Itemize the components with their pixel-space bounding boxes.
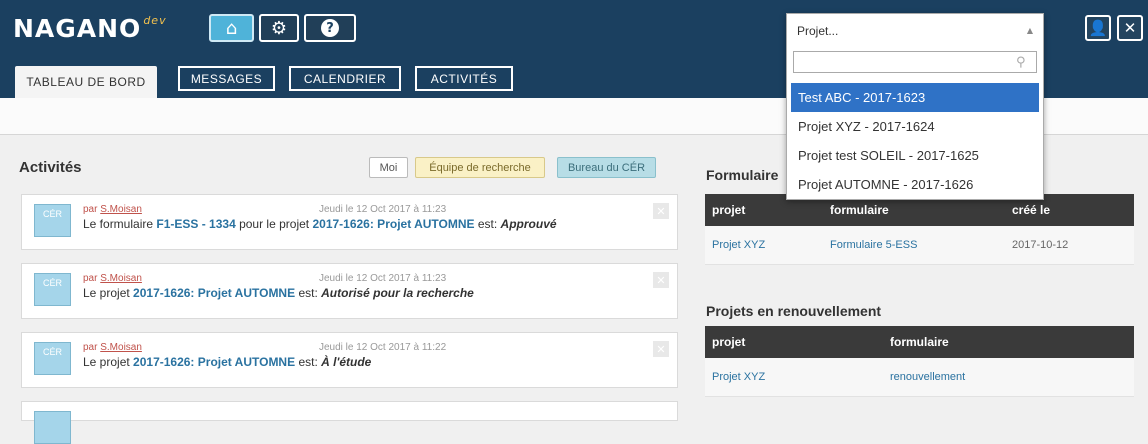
message-text: pour le projet — [235, 217, 313, 231]
filter-moi-button[interactable]: Moi — [369, 157, 408, 178]
avatar: CÉR — [34, 204, 71, 237]
dismiss-icon[interactable]: ✕ — [653, 203, 669, 219]
tab-tableau-de-bord[interactable]: TABLEAU DE BORD — [15, 66, 157, 98]
filter-equipe-button[interactable]: Équipe de recherche — [415, 157, 545, 178]
dismiss-icon[interactable]: ✕ — [653, 272, 669, 288]
project-select-dropdown[interactable]: Projet... ▲ ⚲ Test ABC - 2017-1623 Proje… — [786, 13, 1044, 200]
project-link[interactable]: Projet XYZ — [712, 371, 765, 383]
dismiss-icon[interactable]: ✕ — [653, 341, 669, 357]
select-label: Projet... — [797, 24, 839, 38]
tab-label: TABLEAU DE BORD — [26, 75, 146, 89]
logout-button[interactable]: ✕ — [1117, 15, 1143, 41]
project-option[interactable]: Projet XYZ - 2017-1624 — [791, 112, 1039, 141]
form-link[interactable]: renouvellement — [890, 371, 965, 383]
renewal-title: Projets en renouvellement — [706, 303, 882, 319]
activity-author: par S.Moisan — [83, 273, 142, 284]
help-button[interactable]: ? — [304, 14, 356, 42]
author-link[interactable]: S.Moisan — [100, 342, 142, 353]
author-prefix: par — [83, 342, 101, 353]
status-text: Autorisé pour la recherche — [321, 286, 474, 300]
created-date: 2017-10-12 — [1012, 239, 1069, 251]
message-text: Le projet — [83, 355, 134, 369]
user-profile-button[interactable]: 👤 — [1085, 15, 1111, 41]
logo-text: NAGANO — [13, 14, 142, 43]
activity-card: CÉR par S.Moisan Jeudi le 12 Oct 2017 à … — [21, 194, 678, 250]
table-row: Projet XYZ renouvellement — [705, 358, 1134, 397]
home-button[interactable]: ⌂ — [209, 14, 254, 42]
activity-message: Le projet 2017-1626: Projet AUTOMNE est:… — [83, 355, 371, 369]
project-option[interactable]: Projet AUTOMNE - 2017-1626 — [791, 170, 1039, 199]
tab-label: CALENDRIER — [303, 71, 387, 86]
author-prefix: par — [83, 204, 101, 215]
project-option[interactable]: Test ABC - 2017-1623 — [791, 83, 1039, 112]
message-text: Le formulaire — [83, 217, 157, 231]
column-header: formulaire — [830, 203, 889, 217]
message-text: est: — [474, 217, 501, 231]
message-text: est: — [295, 286, 322, 300]
help-icon: ? — [321, 19, 339, 37]
user-icon: 👤 — [1088, 19, 1108, 37]
message-text: est: — [295, 355, 322, 369]
logo-suffix: dev — [143, 14, 167, 27]
avatar: CÉR — [34, 273, 71, 306]
project-option[interactable]: Projet test SOLEIL - 2017-1625 — [791, 141, 1039, 170]
app-logo[interactable]: NAGANO dev — [13, 14, 167, 43]
settings-button[interactable]: ⚙ — [259, 14, 299, 42]
column-header: projet — [712, 203, 746, 217]
column-header: projet — [712, 335, 746, 349]
home-icon: ⌂ — [225, 17, 238, 39]
project-search-input[interactable] — [793, 51, 1037, 73]
activity-author: par S.Moisan — [83, 342, 142, 353]
project-link[interactable]: 2017-1626: Projet AUTOMNE — [133, 286, 295, 300]
status-text: Approuvé — [500, 217, 557, 231]
author-link[interactable]: S.Moisan — [100, 204, 142, 215]
search-icon: ⚲ — [1016, 55, 1026, 70]
activity-card: CÉR par S.Moisan Jeudi le 12 Oct 2017 à … — [21, 263, 678, 319]
tab-label: ACTIVITÉS — [430, 71, 498, 86]
message-text: Le projet — [83, 286, 134, 300]
activity-message: Le projet 2017-1626: Projet AUTOMNE est:… — [83, 286, 474, 300]
filter-bureau-button[interactable]: Bureau du CÉR — [557, 157, 656, 178]
column-header: formulaire — [890, 335, 949, 349]
tab-activites[interactable]: ACTIVITÉS — [415, 66, 513, 91]
project-link[interactable]: 2017-1626: Projet AUTOMNE — [133, 355, 295, 369]
close-icon: ✕ — [1123, 19, 1137, 37]
avatar — [34, 411, 71, 444]
activity-card: CÉR par S.Moisan Jeudi le 12 Oct 2017 à … — [21, 332, 678, 388]
tab-label: MESSAGES — [190, 71, 263, 86]
activities-title: Activités — [19, 159, 82, 176]
author-prefix: par — [83, 273, 101, 284]
renewal-table-header: projet formulaire — [705, 326, 1134, 358]
project-link[interactable]: Projet XYZ — [712, 239, 765, 251]
table-row: Projet XYZ Formulaire 5-ESS 2017-10-12 — [705, 226, 1134, 265]
avatar: CÉR — [34, 342, 71, 375]
project-link[interactable]: 2017-1626: Projet AUTOMNE — [312, 217, 474, 231]
tab-calendrier[interactable]: CALENDRIER — [289, 66, 401, 91]
status-text: À l'étude — [321, 355, 372, 369]
project-select-trigger[interactable]: Projet... ▲ — [787, 14, 1043, 48]
form-link[interactable]: F1-ESS - 1334 — [156, 217, 235, 231]
activity-date: Jeudi le 12 Oct 2017 à 11:22 — [319, 342, 447, 353]
author-link[interactable]: S.Moisan — [100, 273, 142, 284]
activity-author: par S.Moisan — [83, 204, 142, 215]
gear-icon: ⚙ — [270, 17, 288, 39]
activity-date: Jeudi le 12 Oct 2017 à 11:23 — [319, 273, 447, 284]
tab-messages[interactable]: MESSAGES — [178, 66, 275, 91]
caret-up-icon: ▲ — [1026, 26, 1033, 35]
activity-card — [21, 401, 678, 444]
activity-message: Le formulaire F1-ESS - 1334 pour le proj… — [83, 217, 557, 231]
column-header: créé le — [1012, 203, 1051, 217]
form-link[interactable]: Formulaire 5-ESS — [830, 239, 917, 251]
activity-date: Jeudi le 12 Oct 2017 à 11:23 — [319, 204, 447, 215]
formulaires-title: Formulaire — [706, 167, 779, 183]
